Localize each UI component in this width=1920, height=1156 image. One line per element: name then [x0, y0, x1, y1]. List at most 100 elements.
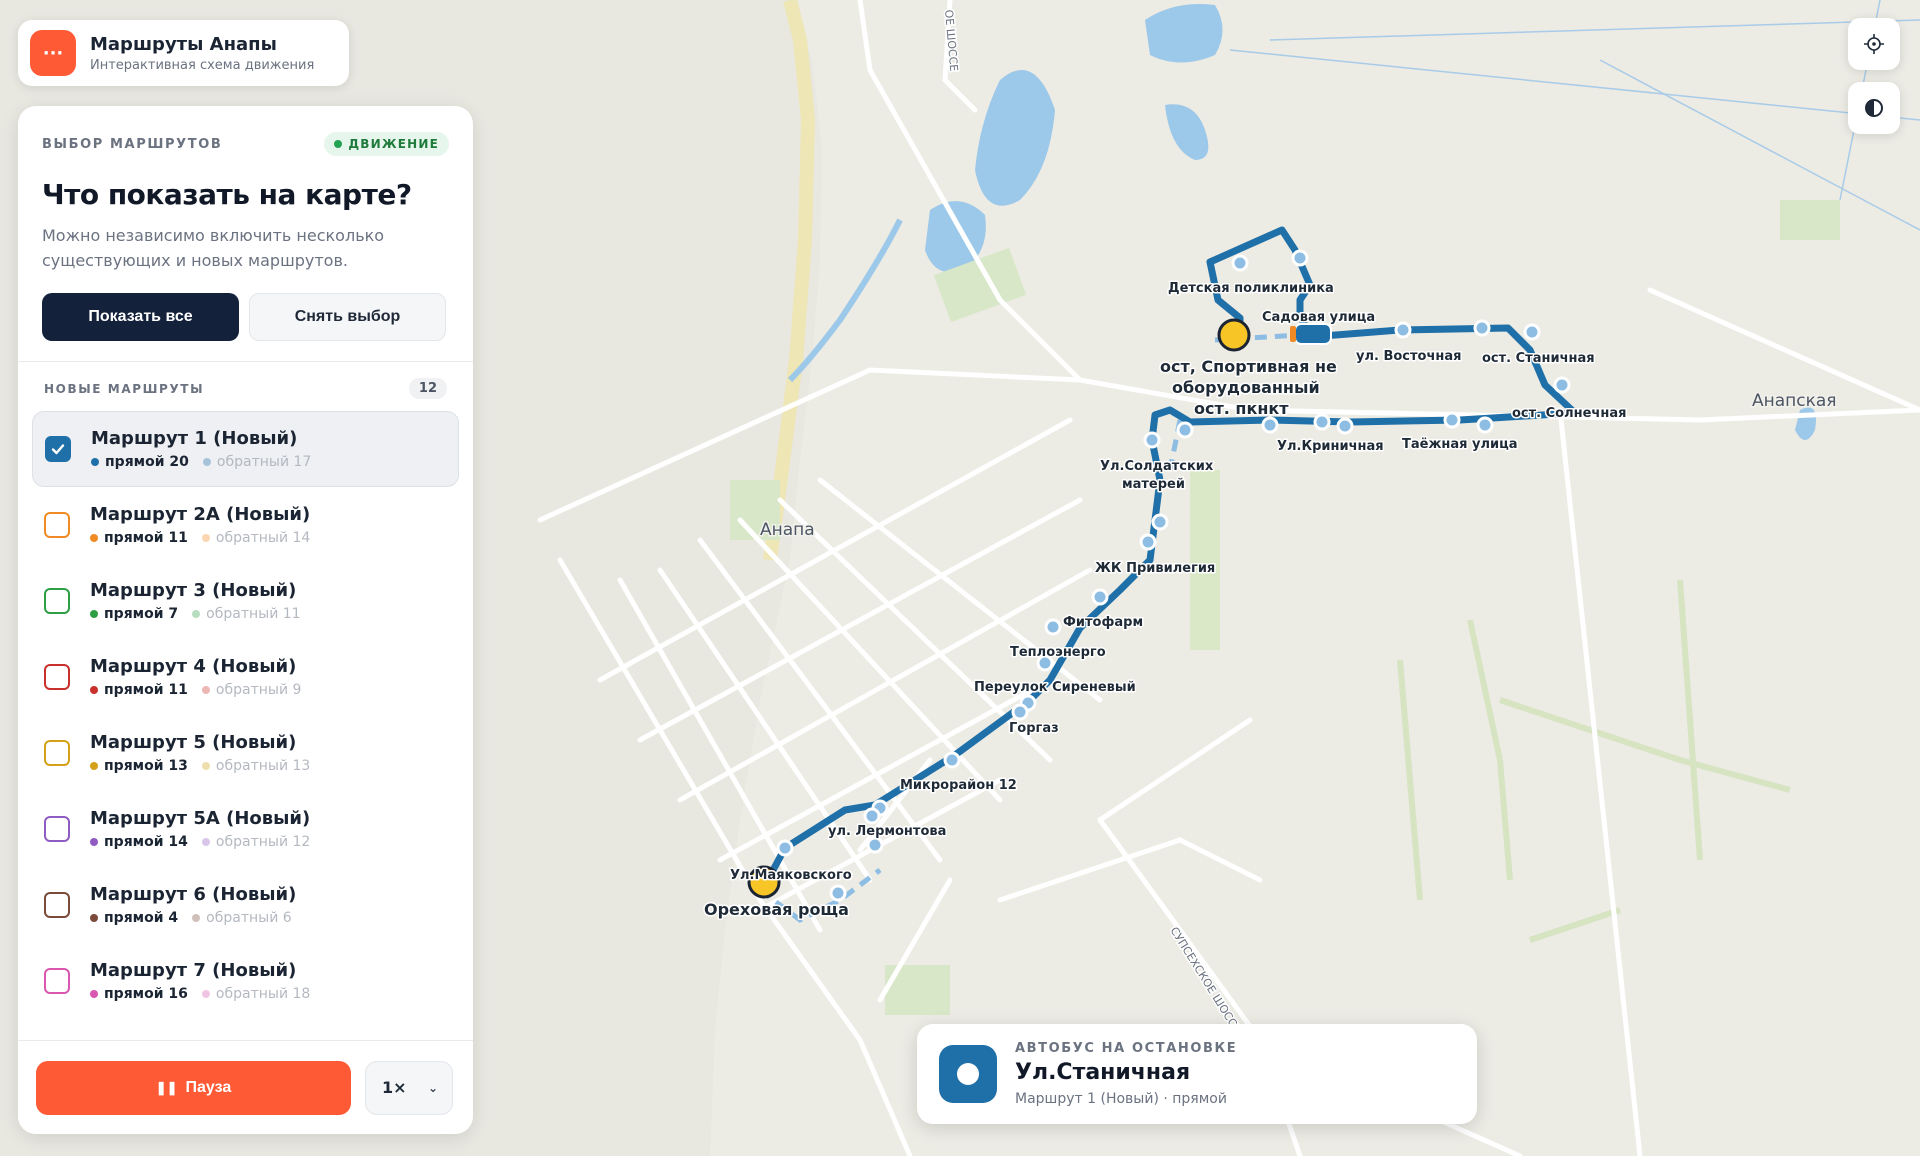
- route-forward-count: прямой 16: [104, 986, 188, 1002]
- route-meta: прямой 16 обратный 18: [90, 986, 310, 1002]
- clear-selection-button[interactable]: Снять выбор: [249, 293, 446, 341]
- bus-stop-icon: [939, 1045, 997, 1103]
- label-gorgaz: Горгаз: [1009, 721, 1059, 736]
- route-checkbox[interactable]: [44, 816, 70, 842]
- label-soldatskih-1: Ул.Солдатских: [1100, 459, 1214, 474]
- route-forward-count: прямой 4: [104, 910, 179, 926]
- label-mikro12: Микрорайон 12: [900, 778, 1017, 793]
- route-back-count: обратный 6: [206, 910, 292, 926]
- route-meta: прямой 11 обратный 14: [90, 530, 310, 546]
- pause-icon: ❚❚: [155, 1079, 178, 1095]
- label-lermontova: ул. Лермонтова: [828, 824, 946, 839]
- label-sirenevyi: Переулок Сиреневый: [974, 680, 1136, 695]
- app-title: Маршруты Анапы: [90, 33, 277, 55]
- section-title: НОВЫЕ МАРШРУТЫ: [44, 381, 205, 396]
- forward-dot-icon: [90, 838, 98, 846]
- route-checkbox[interactable]: [44, 588, 70, 614]
- route-item[interactable]: Маршрут 3 (Новый) прямой 7 обратный 11: [32, 563, 459, 639]
- route-dots-icon: ···: [30, 30, 76, 76]
- route-meta: прямой 20 обратный 17: [91, 454, 311, 470]
- back-dot-icon: [192, 914, 201, 922]
- route-list: Маршрут 1 (Новый) прямой 20 обратный 17 Мар…: [18, 411, 473, 1051]
- route-item[interactable]: Маршрут 7 (Новый) прямой 16 обратный 18: [32, 943, 459, 1019]
- bus-icon[interactable]: [1294, 323, 1332, 345]
- route-forward-count: прямой 13: [104, 758, 188, 774]
- route-meta: прямой 7 обратный 11: [90, 606, 301, 622]
- route-forward-count: прямой 7: [104, 606, 179, 622]
- route-name: Маршрут 5 (Новый): [90, 732, 297, 753]
- check-icon: [51, 444, 65, 455]
- route-name: Маршрут 1 (Новый): [91, 428, 298, 449]
- forward-dot-icon: [90, 990, 98, 998]
- route-forward-count: прямой 11: [104, 530, 188, 546]
- theme-toggle-button[interactable]: [1848, 82, 1900, 134]
- route-item[interactable]: Маршрут 5 (Новый) прямой 13 обратный 13: [32, 715, 459, 791]
- speed-select[interactable]: 1× ⌄: [365, 1060, 453, 1115]
- panel-description: Можно независимо включить несколько суще…: [42, 226, 385, 270]
- route-checkbox[interactable]: [44, 740, 70, 766]
- route-item[interactable]: Маршрут 6 (Новый) прямой 4 обратный 6: [32, 867, 459, 943]
- back-dot-icon: [192, 610, 201, 618]
- route-item[interactable]: Маршрут 5А (Новый) прямой 14 обратный 12: [32, 791, 459, 867]
- forward-dot-icon: [90, 914, 98, 922]
- label-sportivnaya-1: ост, Спортивная не: [1160, 357, 1337, 376]
- pause-button[interactable]: ❚❚ Пауза: [36, 1060, 351, 1115]
- city-label-anapa: Анапа: [760, 520, 815, 540]
- label-fitofarm: Фитофарм: [1063, 615, 1143, 630]
- app-header: ··· Маршруты Анапы Интерактивная схема д…: [18, 20, 349, 86]
- route-name: Маршрут 4 (Новый): [90, 656, 297, 677]
- label-stanichnaya: ост. Станичная: [1482, 351, 1595, 366]
- route-checkbox[interactable]: [44, 512, 70, 538]
- crosshair-icon: [1864, 34, 1884, 54]
- route-checkbox[interactable]: [44, 968, 70, 994]
- route-checkbox[interactable]: [44, 892, 70, 918]
- forward-dot-icon: [91, 458, 99, 466]
- route-meta: прямой 11 обратный 9: [90, 682, 301, 698]
- stop-info-card: АВТОБУС НА ОСТАНОВКЕ Ул.Станичная Маршру…: [917, 1024, 1477, 1124]
- label-mayakovskogo: Ул.Маяковского: [730, 868, 852, 883]
- route-name: Маршрут 2А (Новый): [90, 504, 311, 525]
- route-forward-count: прямой 11: [104, 682, 188, 698]
- status-badge: ДВИЖЕНИЕ: [324, 132, 449, 156]
- back-dot-icon: [201, 762, 210, 770]
- label-sportivnaya-3: ост. пкнкт: [1194, 399, 1289, 418]
- route-checkbox[interactable]: [44, 664, 70, 690]
- label-sadovaya: Садовая улица: [1262, 310, 1375, 325]
- route-meta: прямой 4 обратный 6: [90, 910, 296, 926]
- route-item[interactable]: Маршрут 1 (Новый) прямой 20 обратный 17: [32, 411, 459, 487]
- route-meta: прямой 13 обратный 13: [90, 758, 310, 774]
- route-back-count: обратный 12: [215, 834, 311, 850]
- green-5: [1780, 200, 1840, 240]
- label-zhk: ЖК Привилегия: [1095, 561, 1215, 576]
- label-solnechnaya: ост. Солнечная: [1512, 406, 1626, 421]
- route-name: Маршрут 5А (Новый): [90, 808, 311, 829]
- stop-sportivnaya[interactable]: [1217, 318, 1251, 352]
- forward-dot-icon: [90, 534, 98, 542]
- stop-card-name: Ул.Станичная: [1015, 1060, 1191, 1085]
- app-subtitle: Интерактивная схема движения: [90, 57, 315, 73]
- stop-card-caption: АВТОБУС НА ОСТАНОВКЕ: [1015, 1041, 1238, 1056]
- stop-card-route: Маршрут 1 (Новый) · прямой: [1015, 1091, 1227, 1107]
- label-detskaya: Детская поликлиника: [1168, 281, 1334, 296]
- show-all-button[interactable]: Показать все: [42, 293, 239, 341]
- status-text: ДВИЖЕНИЕ: [348, 137, 439, 151]
- route-item[interactable]: Маршрут 2А (Новый) прямой 11 обратный 14: [32, 487, 459, 563]
- route-checkbox[interactable]: [45, 436, 71, 462]
- route-panel: ВЫБОР МАРШРУТОВ ДВИЖЕНИЕ Что показать на…: [18, 106, 473, 1134]
- route-item[interactable]: Маршрут 4 (Новый) прямой 11 обратный 9: [32, 639, 459, 715]
- green-3: [1190, 470, 1220, 650]
- back-dot-icon: [201, 686, 210, 694]
- label-teploenergo: Теплоэнерго: [1010, 645, 1106, 660]
- chevron-down-icon: ⌄: [427, 1080, 438, 1095]
- route-back-count: обратный 9: [215, 682, 302, 698]
- label-taezhnaya: Таёжная улица: [1402, 437, 1518, 452]
- forward-dot-icon: [90, 762, 98, 770]
- bus-marker-tail: [1290, 326, 1296, 342]
- route-back-count: обратный 18: [215, 986, 311, 1002]
- locate-button[interactable]: [1848, 18, 1900, 70]
- route-back-count: обратный 13: [215, 758, 311, 774]
- route-name: Маршрут 6 (Новый): [90, 884, 297, 905]
- pause-label: Пауза: [185, 1078, 232, 1096]
- route-name: Маршрут 3 (Новый): [90, 580, 297, 601]
- label-orehovaya: Ореховая роща: [704, 900, 849, 919]
